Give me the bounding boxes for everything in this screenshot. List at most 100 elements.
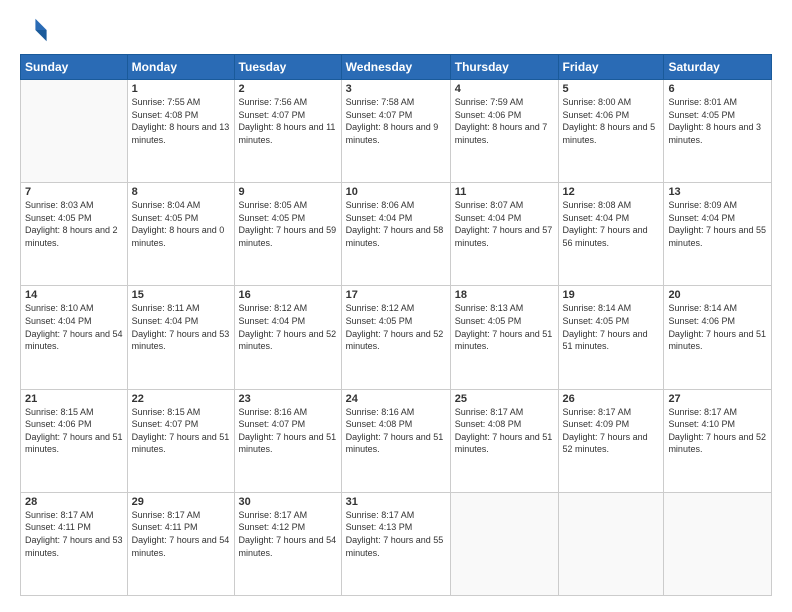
calendar-cell — [558, 492, 664, 595]
calendar-cell: 15Sunrise: 8:11 AMSunset: 4:04 PMDayligh… — [127, 286, 234, 389]
calendar-cell: 26Sunrise: 8:17 AMSunset: 4:09 PMDayligh… — [558, 389, 664, 492]
calendar-cell — [450, 492, 558, 595]
day-info: Sunrise: 8:09 AMSunset: 4:04 PMDaylight:… — [668, 199, 767, 249]
calendar-cell: 9Sunrise: 8:05 AMSunset: 4:05 PMDaylight… — [234, 183, 341, 286]
page: SundayMondayTuesdayWednesdayThursdayFrid… — [0, 0, 792, 612]
calendar-cell: 14Sunrise: 8:10 AMSunset: 4:04 PMDayligh… — [21, 286, 128, 389]
day-info: Sunrise: 8:16 AMSunset: 4:08 PMDaylight:… — [346, 406, 446, 456]
day-number: 22 — [132, 393, 230, 405]
day-info: Sunrise: 8:05 AMSunset: 4:05 PMDaylight:… — [239, 199, 337, 249]
day-number: 13 — [668, 186, 767, 198]
weekday-header-saturday: Saturday — [664, 55, 772, 80]
day-number: 15 — [132, 289, 230, 301]
day-info: Sunrise: 8:17 AMSunset: 4:12 PMDaylight:… — [239, 509, 337, 559]
calendar-table: SundayMondayTuesdayWednesdayThursdayFrid… — [20, 54, 772, 596]
day-number: 20 — [668, 289, 767, 301]
day-number: 24 — [346, 393, 446, 405]
calendar-cell: 18Sunrise: 8:13 AMSunset: 4:05 PMDayligh… — [450, 286, 558, 389]
day-info: Sunrise: 8:08 AMSunset: 4:04 PMDaylight:… — [563, 199, 660, 249]
weekday-header-monday: Monday — [127, 55, 234, 80]
day-number: 25 — [455, 393, 554, 405]
calendar-cell: 17Sunrise: 8:12 AMSunset: 4:05 PMDayligh… — [341, 286, 450, 389]
calendar-cell: 10Sunrise: 8:06 AMSunset: 4:04 PMDayligh… — [341, 183, 450, 286]
day-info: Sunrise: 7:56 AMSunset: 4:07 PMDaylight:… — [239, 96, 337, 146]
day-number: 11 — [455, 186, 554, 198]
day-info: Sunrise: 8:15 AMSunset: 4:07 PMDaylight:… — [132, 406, 230, 456]
day-info: Sunrise: 7:59 AMSunset: 4:06 PMDaylight:… — [455, 96, 554, 146]
calendar-cell: 2Sunrise: 7:56 AMSunset: 4:07 PMDaylight… — [234, 80, 341, 183]
day-info: Sunrise: 8:17 AMSunset: 4:10 PMDaylight:… — [668, 406, 767, 456]
day-info: Sunrise: 8:17 AMSunset: 4:13 PMDaylight:… — [346, 509, 446, 559]
calendar-cell: 12Sunrise: 8:08 AMSunset: 4:04 PMDayligh… — [558, 183, 664, 286]
day-info: Sunrise: 8:10 AMSunset: 4:04 PMDaylight:… — [25, 302, 123, 352]
weekday-header-thursday: Thursday — [450, 55, 558, 80]
calendar-cell: 21Sunrise: 8:15 AMSunset: 4:06 PMDayligh… — [21, 389, 128, 492]
day-info: Sunrise: 8:14 AMSunset: 4:06 PMDaylight:… — [668, 302, 767, 352]
day-number: 9 — [239, 186, 337, 198]
weekday-header-tuesday: Tuesday — [234, 55, 341, 80]
day-number: 3 — [346, 83, 446, 95]
day-info: Sunrise: 8:17 AMSunset: 4:08 PMDaylight:… — [455, 406, 554, 456]
calendar-cell: 27Sunrise: 8:17 AMSunset: 4:10 PMDayligh… — [664, 389, 772, 492]
calendar-week-2: 7Sunrise: 8:03 AMSunset: 4:05 PMDaylight… — [21, 183, 772, 286]
calendar-cell: 11Sunrise: 8:07 AMSunset: 4:04 PMDayligh… — [450, 183, 558, 286]
day-info: Sunrise: 8:13 AMSunset: 4:05 PMDaylight:… — [455, 302, 554, 352]
day-info: Sunrise: 8:12 AMSunset: 4:05 PMDaylight:… — [346, 302, 446, 352]
day-info: Sunrise: 7:58 AMSunset: 4:07 PMDaylight:… — [346, 96, 446, 146]
calendar-cell: 19Sunrise: 8:14 AMSunset: 4:05 PMDayligh… — [558, 286, 664, 389]
day-number: 28 — [25, 496, 123, 508]
calendar-cell: 29Sunrise: 8:17 AMSunset: 4:11 PMDayligh… — [127, 492, 234, 595]
day-info: Sunrise: 8:11 AMSunset: 4:04 PMDaylight:… — [132, 302, 230, 352]
day-number: 6 — [668, 83, 767, 95]
day-info: Sunrise: 8:07 AMSunset: 4:04 PMDaylight:… — [455, 199, 554, 249]
header — [20, 16, 772, 44]
day-number: 19 — [563, 289, 660, 301]
day-info: Sunrise: 8:17 AMSunset: 4:09 PMDaylight:… — [563, 406, 660, 456]
calendar-cell: 7Sunrise: 8:03 AMSunset: 4:05 PMDaylight… — [21, 183, 128, 286]
weekday-header-wednesday: Wednesday — [341, 55, 450, 80]
day-info: Sunrise: 8:04 AMSunset: 4:05 PMDaylight:… — [132, 199, 230, 249]
day-number: 18 — [455, 289, 554, 301]
calendar-cell: 25Sunrise: 8:17 AMSunset: 4:08 PMDayligh… — [450, 389, 558, 492]
day-number: 27 — [668, 393, 767, 405]
day-number: 16 — [239, 289, 337, 301]
day-number: 7 — [25, 186, 123, 198]
calendar-cell: 16Sunrise: 8:12 AMSunset: 4:04 PMDayligh… — [234, 286, 341, 389]
calendar-cell: 22Sunrise: 8:15 AMSunset: 4:07 PMDayligh… — [127, 389, 234, 492]
calendar-week-3: 14Sunrise: 8:10 AMSunset: 4:04 PMDayligh… — [21, 286, 772, 389]
calendar-week-4: 21Sunrise: 8:15 AMSunset: 4:06 PMDayligh… — [21, 389, 772, 492]
day-number: 8 — [132, 186, 230, 198]
logo — [20, 16, 52, 44]
day-number: 26 — [563, 393, 660, 405]
day-info: Sunrise: 8:15 AMSunset: 4:06 PMDaylight:… — [25, 406, 123, 456]
calendar-cell: 13Sunrise: 8:09 AMSunset: 4:04 PMDayligh… — [664, 183, 772, 286]
calendar-cell: 4Sunrise: 7:59 AMSunset: 4:06 PMDaylight… — [450, 80, 558, 183]
calendar-week-5: 28Sunrise: 8:17 AMSunset: 4:11 PMDayligh… — [21, 492, 772, 595]
day-info: Sunrise: 8:01 AMSunset: 4:05 PMDaylight:… — [668, 96, 767, 146]
day-number: 30 — [239, 496, 337, 508]
day-number: 17 — [346, 289, 446, 301]
day-number: 5 — [563, 83, 660, 95]
day-number: 29 — [132, 496, 230, 508]
weekday-header-sunday: Sunday — [21, 55, 128, 80]
calendar-cell: 30Sunrise: 8:17 AMSunset: 4:12 PMDayligh… — [234, 492, 341, 595]
calendar-cell: 1Sunrise: 7:55 AMSunset: 4:08 PMDaylight… — [127, 80, 234, 183]
day-info: Sunrise: 8:16 AMSunset: 4:07 PMDaylight:… — [239, 406, 337, 456]
day-info: Sunrise: 8:00 AMSunset: 4:06 PMDaylight:… — [563, 96, 660, 146]
calendar-cell — [664, 492, 772, 595]
calendar-cell: 31Sunrise: 8:17 AMSunset: 4:13 PMDayligh… — [341, 492, 450, 595]
day-info: Sunrise: 7:55 AMSunset: 4:08 PMDaylight:… — [132, 96, 230, 146]
logo-icon — [20, 16, 48, 44]
calendar-header-row: SundayMondayTuesdayWednesdayThursdayFrid… — [21, 55, 772, 80]
day-info: Sunrise: 8:06 AMSunset: 4:04 PMDaylight:… — [346, 199, 446, 249]
day-info: Sunrise: 8:03 AMSunset: 4:05 PMDaylight:… — [25, 199, 123, 249]
calendar-cell: 3Sunrise: 7:58 AMSunset: 4:07 PMDaylight… — [341, 80, 450, 183]
day-number: 21 — [25, 393, 123, 405]
day-number: 1 — [132, 83, 230, 95]
calendar-cell: 28Sunrise: 8:17 AMSunset: 4:11 PMDayligh… — [21, 492, 128, 595]
day-number: 4 — [455, 83, 554, 95]
calendar-cell: 23Sunrise: 8:16 AMSunset: 4:07 PMDayligh… — [234, 389, 341, 492]
calendar-cell: 6Sunrise: 8:01 AMSunset: 4:05 PMDaylight… — [664, 80, 772, 183]
day-number: 23 — [239, 393, 337, 405]
day-info: Sunrise: 8:12 AMSunset: 4:04 PMDaylight:… — [239, 302, 337, 352]
